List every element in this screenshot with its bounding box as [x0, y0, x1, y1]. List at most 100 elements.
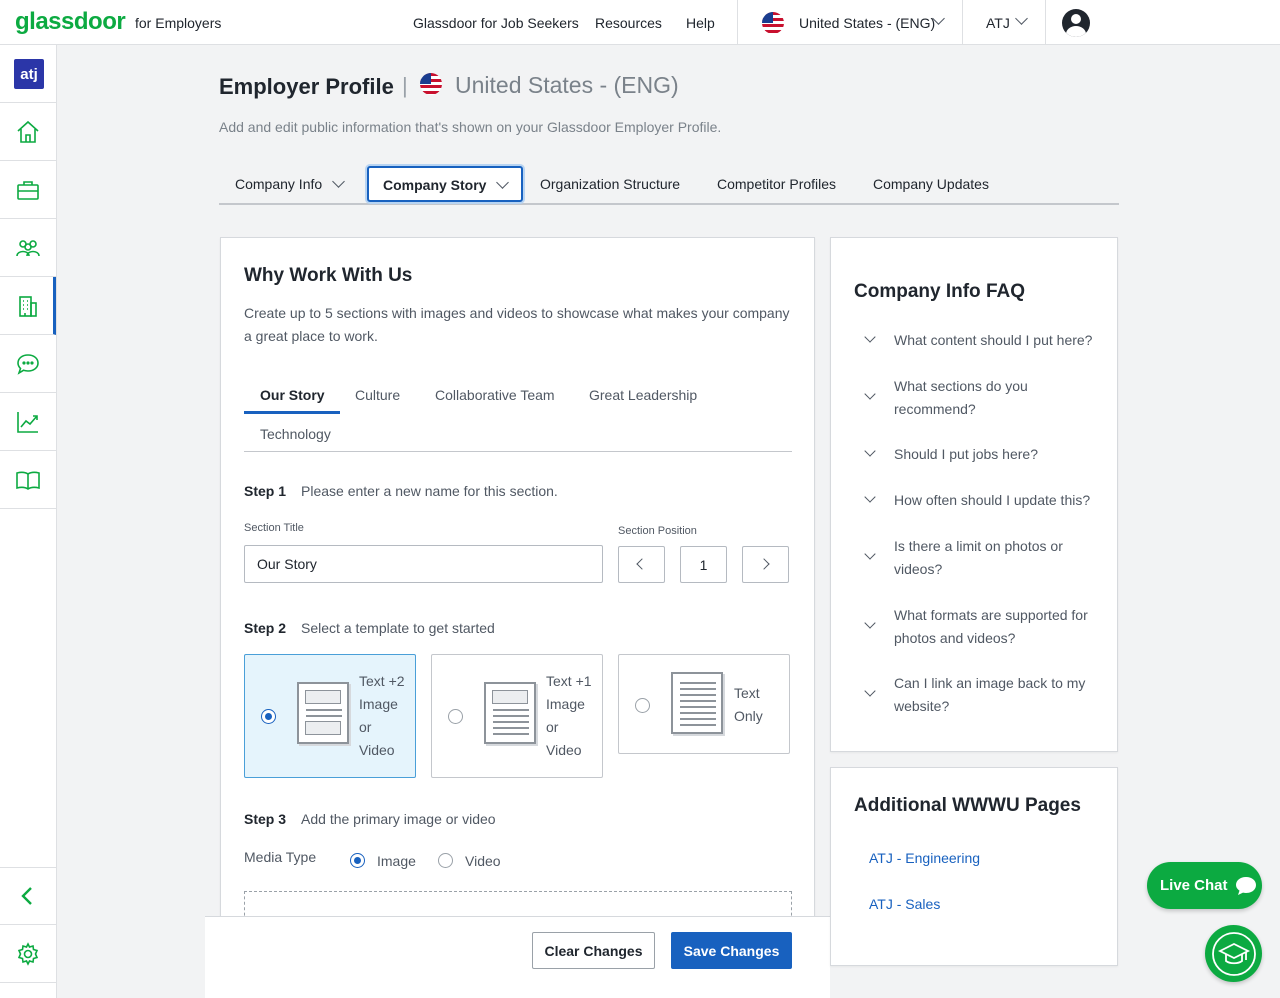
- faq-question[interactable]: What content should I put here?: [894, 329, 1092, 352]
- active-tab-indicator: [244, 411, 340, 414]
- media-video-radio[interactable]: [438, 853, 453, 868]
- media-image-label[interactable]: Image: [377, 850, 416, 873]
- sidebar-item-people[interactable]: [0, 219, 56, 277]
- section-tab-great-leadership[interactable]: Great Leadership: [589, 387, 697, 403]
- template-label-line: Text +1: [546, 673, 592, 689]
- chevron-down-icon[interactable]: [864, 617, 876, 629]
- chevron-down-icon[interactable]: [864, 685, 876, 697]
- tab-company-story[interactable]: Company Story: [367, 166, 523, 202]
- tab-competitor-profiles[interactable]: Competitor Profiles: [717, 176, 836, 192]
- template-radio[interactable]: [635, 698, 650, 713]
- template-text-1-media[interactable]: Text +1 Image or Video: [431, 654, 603, 778]
- template-text-only[interactable]: Text Only: [618, 654, 790, 754]
- template-label-line: Video: [546, 742, 582, 758]
- chevron-down-icon[interactable]: [864, 388, 876, 400]
- template-label-line: Text +2: [359, 673, 405, 689]
- section-tab-technology[interactable]: Technology: [260, 426, 331, 442]
- faq-question-line: What formats are supported for: [894, 607, 1088, 623]
- step-label: Step 3: [244, 811, 287, 827]
- section-tab-our-story[interactable]: Our Story: [260, 387, 325, 403]
- collapse-icon: [21, 887, 32, 905]
- tab-company-updates[interactable]: Company Updates: [873, 176, 989, 192]
- sidebar-settings-button[interactable]: [0, 925, 56, 983]
- nav-job-seekers[interactable]: Glassdoor for Job Seekers: [413, 15, 579, 31]
- company-logo: atj: [14, 59, 44, 89]
- text-line: [493, 715, 529, 717]
- learning-center-button[interactable]: [1205, 925, 1262, 982]
- sidebar-item-resources[interactable]: [0, 451, 56, 509]
- text-line: [493, 709, 529, 711]
- template-label-line: Only: [734, 708, 763, 724]
- section-tab-culture[interactable]: Culture: [355, 387, 400, 403]
- sidebar-company-logo[interactable]: atj: [0, 45, 56, 103]
- chevron-down-icon: [332, 175, 345, 188]
- faq-question[interactable]: Can I link an image back to my website?: [894, 672, 1085, 718]
- glassdoor-logo[interactable]: glassdoor: [15, 8, 126, 36]
- media-video-label[interactable]: Video: [465, 850, 501, 873]
- step-text: Select a template to get started: [301, 620, 495, 636]
- template-label-line: Text: [734, 685, 760, 701]
- faq-question[interactable]: Should I put jobs here?: [894, 443, 1038, 466]
- step-label: Step 1: [244, 483, 287, 499]
- template-radio[interactable]: [261, 709, 276, 724]
- divider: [962, 0, 963, 45]
- profile-tabs: Company Info Company Story Organization …: [219, 163, 1119, 205]
- tab-company-info[interactable]: Company Info: [235, 175, 345, 192]
- link-atj-engineering[interactable]: ATJ - Engineering: [869, 850, 980, 866]
- live-chat-button[interactable]: Live Chat: [1147, 862, 1262, 909]
- nav-resources[interactable]: Resources: [595, 15, 662, 31]
- text-line: [680, 694, 716, 696]
- clear-changes-button[interactable]: Clear Changes: [532, 932, 655, 969]
- text-line: [493, 733, 529, 735]
- template-radio[interactable]: [448, 709, 463, 724]
- chevron-down-icon[interactable]: [864, 331, 876, 343]
- tab-label: Company Info: [235, 176, 323, 192]
- text-line: [306, 715, 342, 717]
- template-label-line: Image: [359, 696, 398, 712]
- tab-organization-structure[interactable]: Organization Structure: [540, 176, 680, 192]
- page-country: United States - (ENG): [455, 72, 679, 98]
- position-prev-button[interactable]: [618, 546, 665, 583]
- media-image-radio[interactable]: [350, 853, 365, 868]
- faq-question[interactable]: What formats are supported for photos and…: [894, 604, 1088, 650]
- avatar[interactable]: [1062, 9, 1090, 37]
- page-description: Add and edit public information that's s…: [219, 119, 722, 135]
- step-text: Add the primary image or video: [301, 811, 496, 827]
- sidebar-item-home[interactable]: [0, 103, 56, 161]
- faq-question[interactable]: How often should I update this?: [894, 489, 1090, 512]
- image-placeholder: [492, 690, 528, 704]
- template-label: Text Only: [734, 682, 763, 728]
- locale-selector[interactable]: United States - (ENG): [799, 15, 935, 31]
- section-tab-collaborative-team[interactable]: Collaborative Team: [435, 387, 555, 403]
- link-atj-sales[interactable]: ATJ - Sales: [869, 896, 940, 912]
- chevron-down-icon[interactable]: [864, 445, 876, 457]
- faq-question-line: Can I link an image back to my: [894, 675, 1086, 691]
- faq-card: Company Info FAQ What content should I p…: [830, 237, 1118, 752]
- template-text-2-media[interactable]: Text +2 Image or Video: [244, 654, 416, 778]
- chevron-down-icon[interactable]: [1015, 12, 1028, 25]
- sidebar-collapse-button[interactable]: [0, 867, 56, 925]
- template-label: Text +2 Image or Video: [359, 670, 405, 762]
- sidebar-item-reviews[interactable]: [0, 335, 56, 393]
- text-line: [680, 718, 716, 720]
- live-chat-label: Live Chat: [1160, 877, 1228, 894]
- chevron-down-icon[interactable]: [864, 548, 876, 560]
- text-line: [306, 709, 342, 711]
- sidebar-item-company[interactable]: [0, 277, 56, 335]
- section-title-input[interactable]: Our Story: [244, 545, 603, 583]
- text-line: [680, 700, 716, 702]
- faq-question-line: videos?: [894, 561, 943, 577]
- faq-question[interactable]: Is there a limit on photos or videos?: [894, 535, 1063, 581]
- step-label: Step 2: [244, 620, 287, 636]
- faq-question[interactable]: What sections do you recommend?: [894, 375, 1028, 421]
- save-changes-button[interactable]: Save Changes: [671, 932, 792, 969]
- position-next-button[interactable]: [742, 546, 789, 583]
- template-preview-icon: [297, 682, 349, 744]
- sidebar-item-jobs[interactable]: [0, 161, 56, 219]
- sidebar-item-analytics[interactable]: [0, 393, 56, 451]
- chevron-down-icon[interactable]: [864, 491, 876, 503]
- step-2: Step 2 Select a template to get started: [244, 617, 495, 640]
- account-menu[interactable]: ATJ: [986, 15, 1010, 31]
- nav-help[interactable]: Help: [686, 15, 715, 31]
- section-position-input[interactable]: 1: [680, 546, 727, 583]
